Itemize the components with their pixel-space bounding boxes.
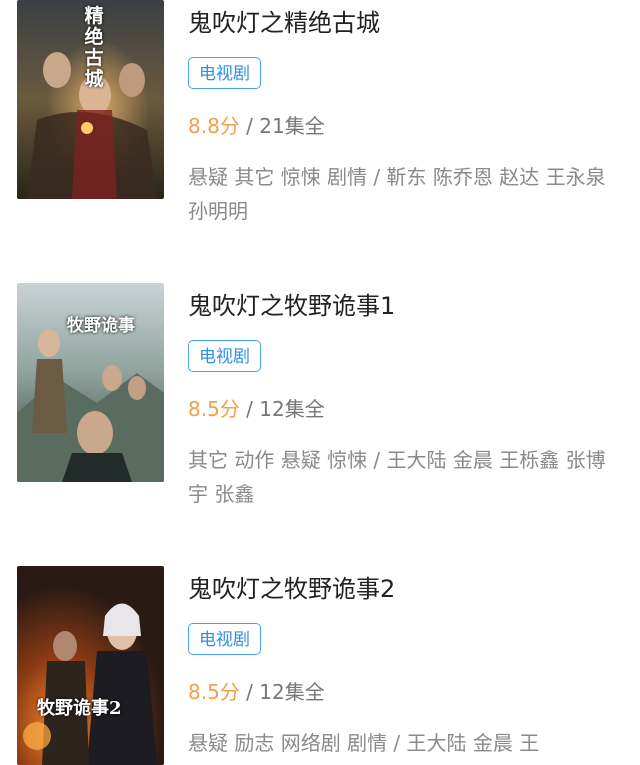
- list-item[interactable]: 精绝古城 鬼吹灯之精绝古城 电视剧 8.8分 / 21集全 悬疑 其它 惊悚 剧…: [0, 0, 640, 230]
- genre-cast-text: 其它 动作 悬疑 惊悚 / 王大陆 金晨 王栎鑫 张博宇 张鑫: [188, 448, 606, 506]
- list-item[interactable]: 牧野诡事 鬼吹灯之牧野诡事1 电视剧 8.5分 / 12集全 其它 动作 悬疑 …: [0, 283, 640, 513]
- genre-cast-text: 悬疑 励志 网络剧 剧情 / 王大陆 金晨 王: [188, 731, 540, 755]
- item-title[interactable]: 鬼吹灯之牧野诡事2: [188, 573, 395, 605]
- item-title[interactable]: 鬼吹灯之精绝古城: [188, 7, 380, 39]
- item-title[interactable]: 鬼吹灯之牧野诡事1: [188, 290, 395, 322]
- poster-title-text: 精绝古城: [84, 5, 104, 90]
- separator: /: [246, 397, 253, 421]
- category-tag: 电视剧: [188, 57, 261, 89]
- score: 8.5分: [188, 680, 240, 704]
- category-tag: 电视剧: [188, 623, 261, 655]
- poster-image[interactable]: 牧野诡事: [17, 283, 164, 482]
- rating-row: 8.5分 / 12集全: [188, 678, 325, 706]
- score: 8.8分: [188, 114, 240, 138]
- category-tag: 电视剧: [188, 340, 261, 372]
- episode-count: 12集全: [259, 680, 325, 704]
- list-item[interactable]: 牧野诡事2 鬼吹灯之牧野诡事2 电视剧 8.5分 / 12集全 悬疑 励志 网络…: [0, 566, 640, 765]
- poster-title-text: 牧野诡事2: [37, 698, 122, 719]
- poster-title-text: 牧野诡事: [67, 316, 135, 336]
- rating-row: 8.8分 / 21集全: [188, 112, 325, 140]
- episode-count: 12集全: [259, 397, 325, 421]
- episode-count: 21集全: [259, 114, 325, 138]
- score: 8.5分: [188, 397, 240, 421]
- rating-row: 8.5分 / 12集全: [188, 395, 325, 423]
- poster-image[interactable]: 精绝古城: [17, 0, 164, 199]
- genre-cast-text: 悬疑 其它 惊悚 剧情 / 靳东 陈乔恩 赵达 王永泉 孙明明: [188, 165, 606, 223]
- separator: /: [246, 680, 253, 704]
- separator: /: [246, 114, 253, 138]
- poster-image[interactable]: 牧野诡事2: [17, 566, 164, 765]
